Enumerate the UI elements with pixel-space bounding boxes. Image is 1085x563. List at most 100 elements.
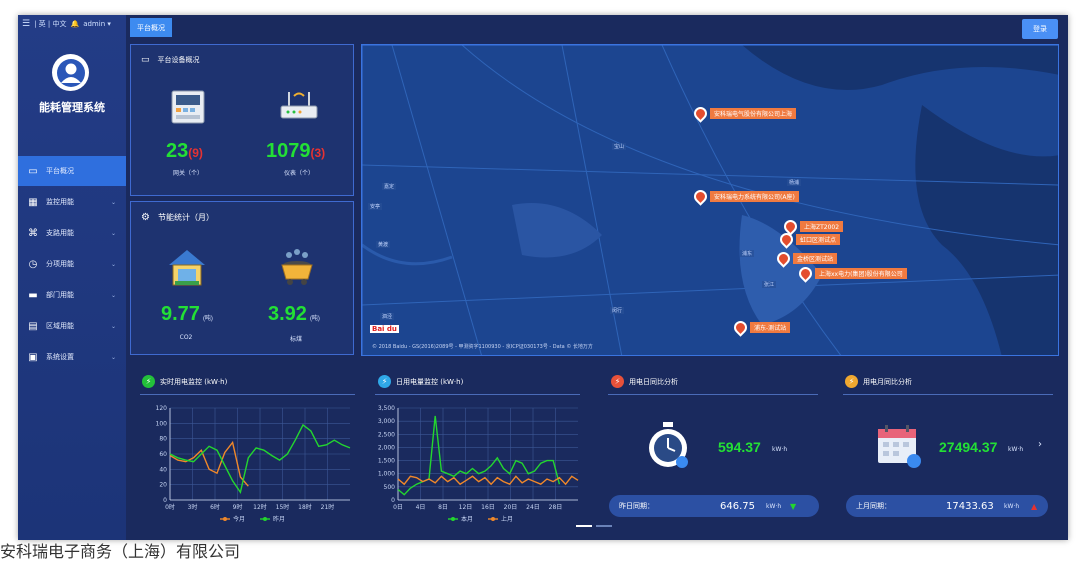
sidebar: ☰ | 英 | 中文 🔔 admin ▾ 能耗管理系统 ▭ 平台概况 ▦ 监控用… bbox=[18, 15, 126, 540]
user-menu[interactable]: admin ▾ bbox=[83, 20, 111, 28]
router-device-icon bbox=[280, 92, 318, 119]
chart-title-text: 实时用电监控 (kW·h) bbox=[160, 377, 228, 386]
map-pin-icon bbox=[731, 318, 750, 337]
nav-label: 支路用能 bbox=[46, 229, 74, 237]
map-place-label: 黄渡 bbox=[376, 241, 391, 248]
daily-usage-chart: 0 20 40 60 80 100 120 0时 3时 6时 9时 12时 15时 18时 21时今月 昨月 bbox=[156, 405, 351, 523]
energy-saving-panel: ⚙ 节能统计（月） 9.77 (吨) CO2 3.92 (吨) 标煤 bbox=[130, 201, 354, 355]
month-compare-title: ⚡ 用电月同比分析 bbox=[845, 375, 912, 388]
language-switch[interactable]: | 英 | 中文 bbox=[34, 19, 66, 29]
nav-label: 系统设置 bbox=[46, 353, 74, 361]
map-marker[interactable]: 金桥区测试站 bbox=[774, 249, 838, 268]
up-arrow-icon: ▲ bbox=[1031, 501, 1038, 511]
nav-label: 区域用能 bbox=[46, 322, 74, 330]
chevron-down-icon: ⌄ bbox=[110, 322, 116, 330]
meter-offline-count: (3) bbox=[310, 146, 326, 160]
gateway-offline-count: (9) bbox=[188, 146, 203, 160]
x-tick-label: 20日 bbox=[504, 504, 518, 511]
gateway-count: 23(9) bbox=[166, 140, 203, 163]
baidu-logo: Bai du bbox=[370, 325, 399, 333]
map-place-label: 杨浦 bbox=[787, 179, 802, 186]
nav-item-monitor[interactable]: ▦ 监控用能 ⌄ bbox=[18, 187, 126, 217]
map-view[interactable]: 宝山 嘉定 安亭 黄渡 杨浦 浦东 张江 泗泾 闵行 安科瑞电气股份有限公司上海… bbox=[361, 44, 1059, 356]
lightning-icon: ⚡ bbox=[378, 375, 391, 388]
folder-icon: ▬ bbox=[28, 289, 38, 301]
map-marker[interactable]: 虹口区测试点 bbox=[777, 230, 841, 249]
down-arrow-icon: ▼ bbox=[790, 501, 797, 511]
nav-item-overview[interactable]: ▭ 平台概况 bbox=[18, 156, 126, 186]
x-tick-label: 24日 bbox=[526, 504, 540, 511]
map-pin-icon bbox=[796, 264, 815, 283]
prev-label: 昨日同期： bbox=[619, 502, 654, 510]
map-marker[interactable]: 上海ZT2002 bbox=[781, 217, 844, 236]
divider bbox=[608, 394, 818, 395]
menu-icon[interactable]: ☰ bbox=[22, 19, 30, 29]
meter-count: 1079(3) bbox=[266, 140, 325, 163]
carousel-dot-active[interactable] bbox=[576, 525, 592, 527]
legend-marker bbox=[263, 517, 267, 521]
monthly-chart-title: ⚡ 日用电量监控 (kW·h) bbox=[378, 375, 463, 388]
coal-saving-value: 3.92 bbox=[268, 303, 307, 325]
chevron-down-icon: ⌄ bbox=[110, 260, 116, 268]
map-place-label: 闵行 bbox=[610, 307, 625, 314]
map-place-label: 浦东 bbox=[740, 250, 755, 257]
y-tick-label: 500 bbox=[384, 484, 396, 491]
nav-item-department[interactable]: ▬ 部门用能 ⌄ bbox=[18, 280, 126, 310]
chart-title-text: 日用电量监控 (kW·h) bbox=[396, 377, 464, 386]
building-icon: ▦ bbox=[28, 196, 38, 208]
panel-title-text: 平台设备概况 bbox=[157, 56, 200, 64]
house-icon bbox=[169, 250, 205, 286]
nav-item-region[interactable]: ▤ 区域用能 ⌄ bbox=[18, 311, 126, 341]
carousel-dot[interactable] bbox=[596, 525, 612, 527]
legend-label[interactable]: 上月 bbox=[501, 515, 513, 523]
x-tick-label: 12时 bbox=[253, 503, 267, 511]
daily-chart-title: ⚡ 实时用电监控 (kW·h) bbox=[142, 375, 227, 388]
user-icon bbox=[56, 58, 85, 87]
x-tick-label: 9时 bbox=[233, 503, 243, 511]
prev-label: 上月同期： bbox=[856, 502, 891, 510]
divider bbox=[375, 394, 580, 395]
map-marker[interactable]: 上海xx电力(集团)股份有限公司 bbox=[796, 264, 907, 283]
lightning-icon: ⚡ bbox=[142, 375, 155, 388]
legend-label[interactable]: 今月 bbox=[233, 515, 245, 523]
co2-saving-value: 9.77 bbox=[161, 303, 200, 325]
co2-saving-unit: (吨) bbox=[202, 316, 213, 322]
x-tick-label: 4日 bbox=[416, 504, 426, 511]
bell-icon[interactable]: 🔔 bbox=[70, 20, 79, 28]
tab-overview[interactable]: 平台概况 bbox=[130, 18, 172, 37]
clock-icon: ◷ bbox=[28, 258, 38, 270]
legend-label[interactable]: 昨月 bbox=[273, 515, 285, 523]
x-tick-label: 12日 bbox=[459, 504, 473, 511]
nav-item-settings[interactable]: ▣ 系统设置 ⌄ bbox=[18, 342, 126, 372]
map-marker[interactable]: 安科瑞电气股份有限公司上海 bbox=[691, 104, 797, 123]
month-usage-unit: kW·h bbox=[1008, 446, 1024, 453]
meter-caption: 仪表（个） bbox=[283, 170, 314, 177]
monthly-usage-chart: 0 500 1,000 1,500 2,000 2,500 3,000 3,500 0日 4日 8日… bbox=[378, 405, 579, 523]
map-marker[interactable]: 浦东-测试站 bbox=[731, 318, 791, 337]
nav-label: 平台概况 bbox=[46, 167, 74, 175]
lightning-icon: ⚡ bbox=[611, 375, 624, 388]
nav-item-subitem[interactable]: ◷ 分项用能 ⌄ bbox=[18, 249, 126, 279]
map-marker-label: 金桥区测试站 bbox=[793, 253, 838, 264]
nav-label: 监控用能 bbox=[46, 198, 74, 206]
login-button[interactable]: 登录 bbox=[1022, 19, 1058, 39]
x-tick-label: 0日 bbox=[393, 504, 403, 511]
x-tick-label: 6时 bbox=[210, 503, 220, 511]
legend-label[interactable]: 本月 bbox=[461, 515, 473, 523]
prev-unit: kW·h bbox=[766, 502, 782, 510]
panel-title-text: 用电日同比分析 bbox=[629, 377, 678, 386]
gateway-caption: 网关（个） bbox=[172, 170, 203, 177]
topbar-left: ☰ | 英 | 中文 🔔 admin ▾ bbox=[22, 19, 111, 29]
chevron-right-icon[interactable]: › bbox=[1038, 439, 1042, 450]
nav-label: 分项用能 bbox=[46, 260, 74, 268]
nav-item-branch[interactable]: ⌘ 支路用能 ⌄ bbox=[18, 218, 126, 248]
x-tick-label: 0时 bbox=[165, 503, 175, 511]
avatar bbox=[52, 54, 89, 91]
legend-marker bbox=[451, 517, 455, 521]
y-tick-label: 20 bbox=[159, 482, 167, 489]
coal-cart-icon bbox=[281, 249, 313, 285]
y-tick-label: 80 bbox=[159, 436, 167, 443]
chevron-down-icon: ⌄ bbox=[110, 198, 116, 206]
chevron-down-icon: ⌄ bbox=[110, 291, 116, 299]
map-marker[interactable]: 安科瑞电力系统有限公司(A座) bbox=[691, 187, 799, 206]
